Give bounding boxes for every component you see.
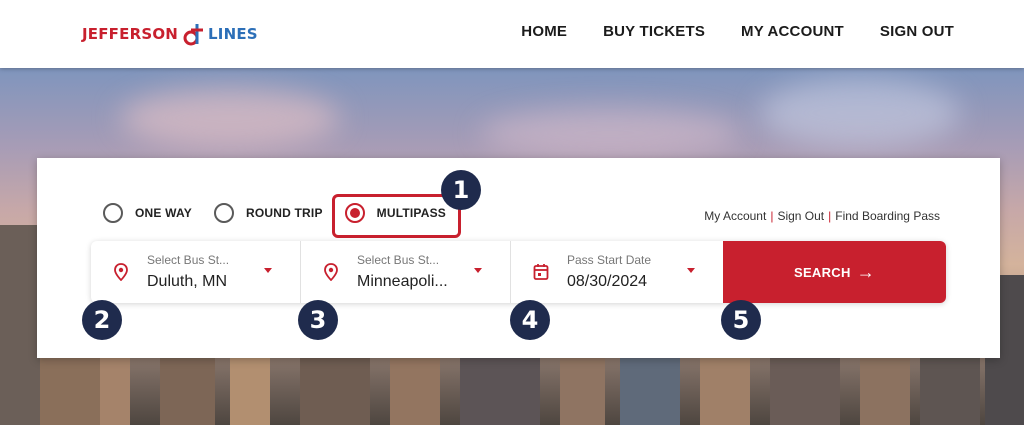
nav-home[interactable]: HOME	[521, 23, 567, 40]
step-badge-2: 2	[82, 300, 122, 340]
radio-round-trip[interactable]: ROUND TRIP	[213, 203, 323, 223]
step-badge-1: 1	[441, 170, 481, 210]
origin-placeholder: Select Bus St...	[147, 253, 230, 267]
destination-placeholder: Select Bus St...	[357, 253, 440, 267]
radio-circle[interactable]	[213, 203, 234, 223]
destination-value: Minneapoli...	[357, 273, 448, 290]
search-button[interactable]: SEARCH →	[723, 241, 946, 303]
chevron-down-icon[interactable]	[474, 268, 482, 273]
search-button-label: SEARCH	[793, 264, 851, 280]
destination-station-select[interactable]: Select Bus St... Minneapoli...	[301, 241, 511, 303]
radio-circle[interactable]	[103, 203, 123, 223]
step-badge-3: 3	[298, 300, 338, 340]
radio-one-way[interactable]: ONE WAY	[103, 203, 192, 223]
logo-mark-icon	[183, 24, 204, 46]
start-date-placeholder: Pass Start Date	[567, 253, 652, 267]
search-fields-bar: Select Bus St... Duluth, MN Select Bus S…	[91, 241, 946, 303]
link-my-account[interactable]: My Account	[704, 209, 766, 223]
nav-my-account[interactable]: MY ACCOUNT	[741, 23, 844, 40]
link-find-boarding-pass[interactable]: Find Boarding Pass	[835, 209, 940, 223]
origin-station-select[interactable]: Select Bus St... Duluth, MN	[91, 241, 301, 303]
chevron-down-icon[interactable]	[687, 268, 695, 273]
link-separator: |	[828, 209, 832, 223]
location-pin-icon	[114, 263, 128, 281]
logo-text-right: LINES	[208, 25, 258, 43]
link-sign-out[interactable]: Sign Out	[777, 209, 824, 223]
arrow-right-icon: →	[856, 262, 875, 282]
pass-start-date-picker[interactable]: Pass Start Date 08/30/2024	[511, 241, 723, 303]
nav-buy-tickets[interactable]: BUY TICKETS	[603, 23, 705, 40]
link-separator: |	[770, 209, 774, 223]
site-header: JEFFERSON LINES HOME BUY TICKETS MY ACCO…	[0, 0, 1024, 68]
nav-sign-out[interactable]: SIGN OUT	[880, 23, 954, 40]
step-badge-4: 4	[510, 300, 550, 340]
multipass-highlight-box	[332, 194, 461, 238]
origin-value: Duluth, MN	[147, 273, 228, 290]
chevron-down-icon[interactable]	[264, 268, 272, 273]
jefferson-lines-logo[interactable]: JEFFERSON LINES	[82, 20, 258, 48]
main-nav: HOME BUY TICKETS MY ACCOUNT SIGN OUT	[521, 0, 954, 62]
radio-label: ROUND TRIP	[245, 206, 323, 220]
start-date-value: 08/30/2024	[567, 273, 648, 290]
step-badge-5: 5	[721, 300, 761, 340]
radio-label: ONE WAY	[135, 206, 192, 220]
logo-text-left: JEFFERSON	[82, 25, 179, 43]
location-pin-icon	[324, 263, 338, 281]
account-links: My Account | Sign Out | Find Boarding Pass	[704, 209, 940, 223]
calendar-icon	[533, 264, 549, 280]
